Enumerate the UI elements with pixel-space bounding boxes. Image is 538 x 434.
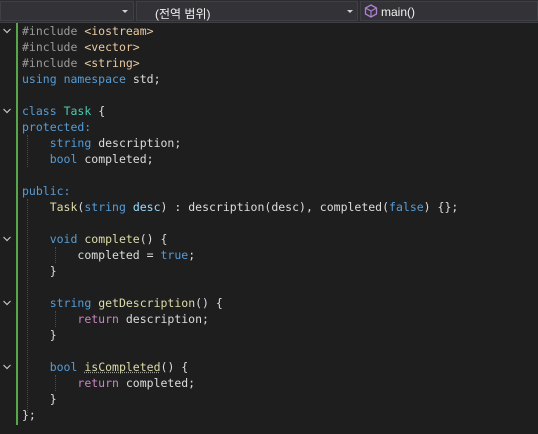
brace: } (49, 328, 57, 342)
collapse-chevron-icon[interactable] (2, 26, 12, 36)
type-keyword: bool (49, 152, 78, 166)
member-init: description (188, 200, 265, 214)
chevron-down-icon (347, 10, 353, 13)
code-line: return completed; (0, 375, 538, 391)
type-keyword: void (49, 232, 78, 246)
member-dropdown-label: main() (381, 5, 416, 19)
code-line: using namespace std; (0, 71, 538, 87)
punctuation: () { (160, 360, 189, 374)
code-line: return description; (0, 311, 538, 327)
identifier: completed; (84, 152, 154, 166)
code-line: protected: (0, 119, 538, 135)
collapse-chevron-icon[interactable] (2, 298, 12, 308)
collapse-chevron-icon[interactable] (2, 234, 12, 244)
function-name: isCompleted (84, 360, 161, 374)
type-keyword: bool (49, 360, 78, 374)
brace: }; (22, 408, 36, 422)
parameter: desc (132, 200, 161, 214)
punctuation: () { (139, 232, 168, 246)
code-line: #include <string> (0, 55, 538, 71)
access-specifier: protected: (22, 120, 92, 134)
keyword: using (22, 72, 57, 86)
code-line: } (0, 263, 538, 279)
literal: true (160, 248, 189, 262)
code-line: } (0, 391, 538, 407)
method-cube-icon (364, 4, 378, 18)
include-path: <iostream> (84, 24, 154, 38)
brace: } (49, 264, 57, 278)
scope-dropdown-label: (전역 범위) (155, 7, 211, 21)
code-line: #include <vector> (0, 39, 538, 55)
punctuation: ( (382, 200, 390, 214)
code-line: completed = true; (0, 247, 538, 263)
identifier: std; (132, 72, 161, 86)
punctuation: () { (195, 296, 223, 310)
directive: #include (22, 56, 78, 70)
access-specifier: public: (22, 184, 71, 198)
brace: } (49, 392, 57, 406)
literal: false (389, 200, 424, 214)
code-line: void complete() { (0, 231, 538, 247)
scope-dropdown[interactable]: (전역 범위) (136, 1, 358, 21)
identifier: description; (125, 312, 209, 326)
navigation-bar: (전역 범위) main() (0, 0, 538, 23)
punctuation: (desc), (264, 200, 320, 214)
control-keyword: return (77, 376, 119, 390)
code-line: class Task { (0, 103, 538, 119)
chevron-down-icon (122, 10, 128, 13)
code-line: bool isCompleted() { (0, 359, 538, 375)
brace: { (98, 104, 106, 118)
code-line: Task ( string desc) : description(desc), c… (0, 199, 538, 215)
code-line: bool completed; (0, 151, 538, 167)
member-dropdown[interactable]: main() (360, 1, 538, 21)
keyword: class (22, 104, 57, 118)
keyword: namespace (63, 72, 126, 86)
type-keyword: string (84, 200, 126, 214)
function-name: complete (84, 232, 140, 246)
control-keyword: return (77, 312, 119, 326)
project-dropdown[interactable] (0, 1, 134, 21)
code-line: } (0, 327, 538, 343)
member-init: completed (319, 200, 383, 214)
type-keyword: string (49, 136, 92, 150)
code-line: public: (0, 183, 538, 199)
code-editor[interactable]: #include <iostream> #include <vector> #i… (0, 23, 538, 434)
code-line: }; (0, 407, 538, 423)
function-name: getDescription (98, 296, 196, 310)
directive: #include (22, 24, 78, 38)
code-line: string getDescription() { (0, 295, 538, 311)
punctuation: ) : (160, 200, 189, 214)
type-keyword: string (49, 296, 92, 310)
collapse-chevron-icon[interactable] (2, 362, 12, 372)
identifier: completed; (125, 376, 196, 390)
punctuation: ; (188, 248, 196, 262)
identifier: description; (98, 136, 182, 150)
operator: = (139, 248, 161, 262)
code-line: string description; (0, 135, 538, 151)
constructor-name: Task (49, 200, 78, 214)
code-line: #include <iostream> (0, 23, 538, 39)
type-name: Task (63, 104, 92, 118)
directive: #include (22, 40, 78, 54)
collapse-chevron-icon[interactable] (2, 106, 12, 116)
identifier: completed (77, 248, 140, 262)
punctuation: ) {}; (423, 200, 459, 214)
include-path: <vector> (84, 40, 140, 54)
include-path: <string> (84, 56, 140, 70)
